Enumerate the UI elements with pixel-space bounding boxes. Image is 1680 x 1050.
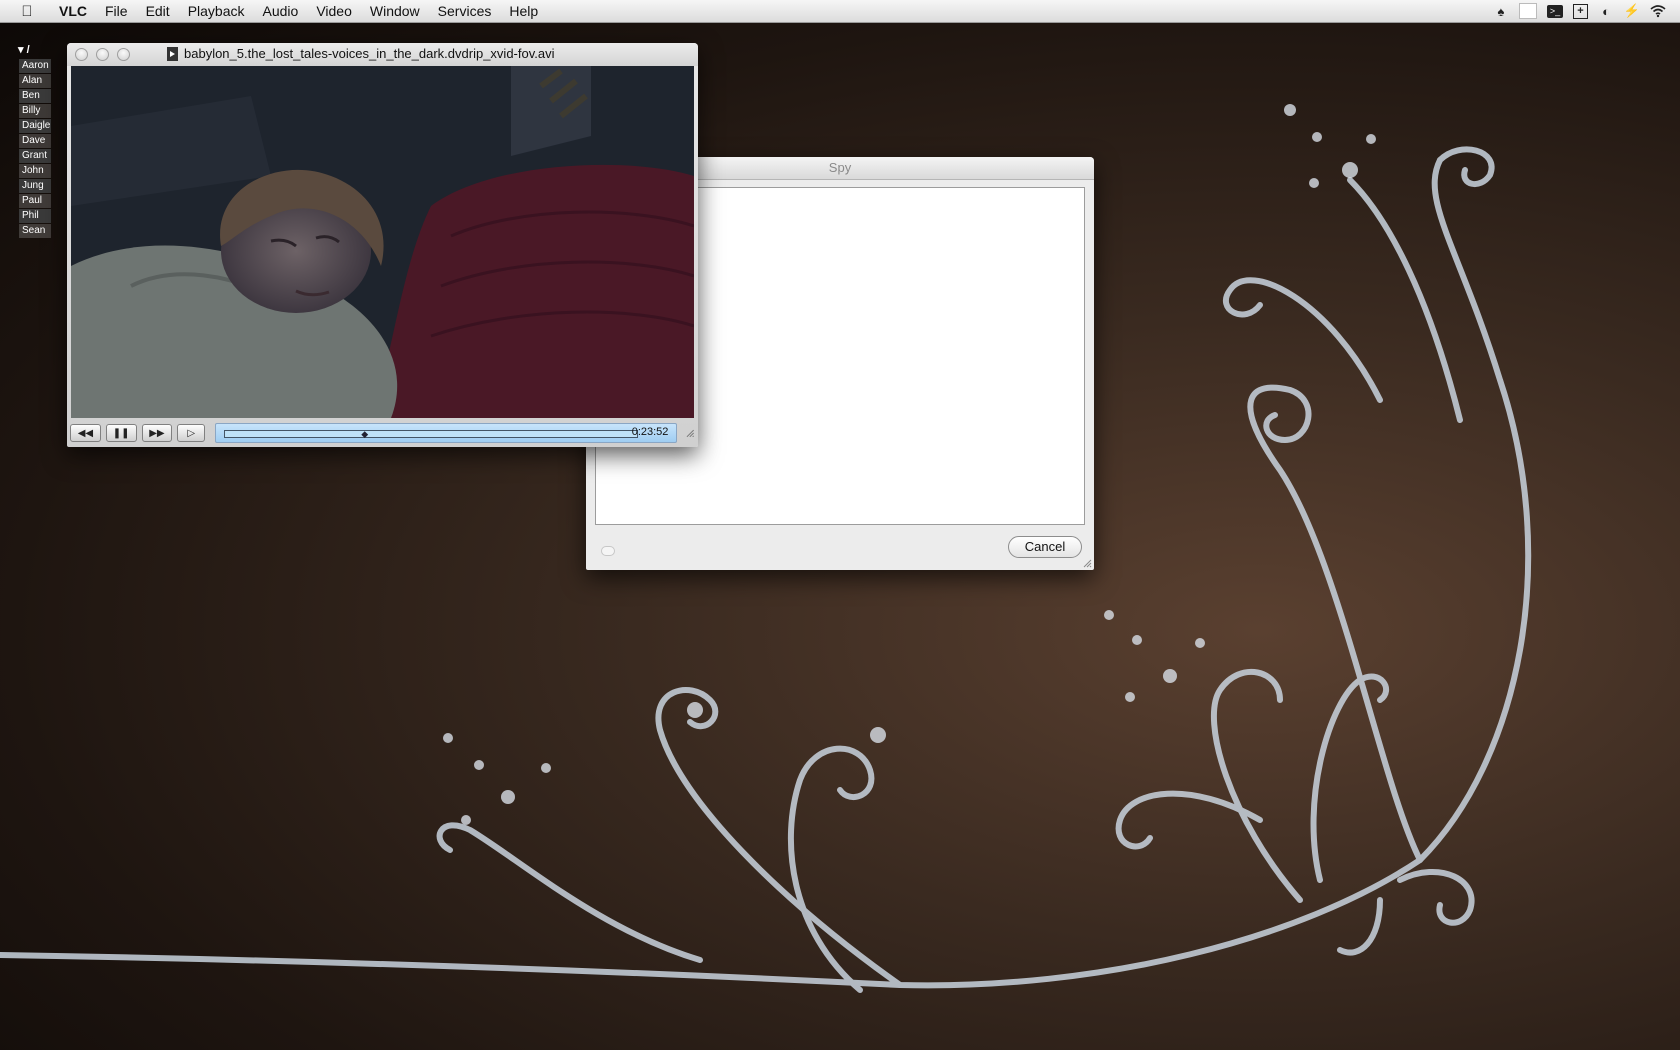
palette-icon[interactable]: ◐: [1598, 3, 1614, 19]
menu-audio[interactable]: Audio: [254, 0, 308, 22]
root-label: /: [26, 44, 30, 56]
apple-icon[interactable]: : [16, 3, 38, 20]
cancel-button[interactable]: Cancel: [1008, 536, 1082, 558]
growl-icon[interactable]: ♠: [1493, 3, 1509, 19]
pause-icon: ❚❚: [112, 427, 130, 439]
add-icon[interactable]: +: [1573, 3, 1588, 19]
fullscreen-icon: ▷: [187, 427, 196, 439]
user-item-phil[interactable]: Phil: [19, 209, 51, 223]
user-item-sean[interactable]: Sean: [19, 224, 51, 238]
window-controls: [75, 48, 130, 61]
menu-file[interactable]: File: [96, 0, 137, 22]
vlc-player-window: babylon_5.the_lost_tales-voices_in_the_d…: [67, 43, 698, 447]
menu-help[interactable]: Help: [500, 0, 547, 22]
video-frame[interactable]: [71, 66, 694, 418]
bolt-icon[interactable]: ⚡: [1624, 3, 1640, 19]
minimize-icon[interactable]: [96, 48, 109, 61]
timeline-knob[interactable]: ◆: [361, 429, 368, 439]
user-item-john[interactable]: John: [19, 164, 51, 178]
playback-controls: ◀◀ ❚❚ ▶▶ ▷ ◆ 0:23:52: [70, 422, 695, 444]
spy-progress-indicator: [601, 546, 615, 556]
menu-window[interactable]: Window: [361, 0, 429, 22]
status-menu-area: ♠ >_ + ◐ ⚡: [1493, 3, 1680, 19]
video-file-icon: [167, 46, 178, 61]
menu-edit[interactable]: Edit: [137, 0, 179, 22]
vlc-title-text: babylon_5.the_lost_tales-voices_in_the_d…: [184, 46, 555, 61]
pause-button[interactable]: ❚❚: [105, 424, 137, 442]
user-item-alan[interactable]: Alan: [19, 74, 51, 88]
user-item-ben[interactable]: Ben: [19, 89, 51, 103]
resize-grip-icon[interactable]: [1082, 558, 1092, 568]
user-item-paul[interactable]: Paul: [19, 194, 51, 208]
fast-forward-button[interactable]: ▶▶: [141, 424, 173, 442]
user-item-daigle[interactable]: Daigle: [19, 119, 51, 133]
video-still-image: [71, 66, 694, 418]
close-icon[interactable]: [75, 48, 88, 61]
vlc-titlebar[interactable]: babylon_5.the_lost_tales-voices_in_the_d…: [67, 43, 698, 66]
vlc-title: babylon_5.the_lost_tales-voices_in_the_d…: [167, 46, 554, 61]
rewind-button[interactable]: ◀◀: [70, 424, 101, 442]
user-item-dave[interactable]: Dave: [19, 134, 51, 148]
timeline-slider[interactable]: ◆: [224, 429, 639, 439]
timeline: ◆ 0:23:52: [215, 423, 678, 443]
fullscreen-button[interactable]: ▷: [177, 424, 206, 442]
menu-services[interactable]: Services: [429, 0, 501, 22]
menu-app-vlc[interactable]: VLC: [50, 0, 96, 22]
menu-bar:  VLC File Edit Playback Audio Video Win…: [0, 0, 1680, 23]
user-item-billy[interactable]: Billy: [19, 104, 51, 118]
user-list: ▾ / Aaron Alan Ben Billy Daigle Dave Gra…: [18, 43, 52, 240]
user-list-items: Aaron Alan Ben Billy Daigle Dave Grant J…: [18, 58, 52, 240]
menu-video[interactable]: Video: [307, 0, 361, 22]
wifi-icon[interactable]: [1650, 3, 1666, 19]
blank-icon[interactable]: [1519, 3, 1537, 19]
zoom-icon[interactable]: [117, 48, 130, 61]
user-list-root[interactable]: ▾ /: [18, 43, 52, 56]
user-item-jung[interactable]: Jung: [19, 179, 51, 193]
resize-grip-icon[interactable]: [685, 428, 695, 438]
user-item-grant[interactable]: Grant: [19, 149, 51, 163]
user-item-aaron[interactable]: Aaron: [19, 59, 51, 73]
terminal-icon[interactable]: >_: [1547, 4, 1563, 18]
menu-playback[interactable]: Playback: [179, 0, 254, 22]
elapsed-time: 0:23:52: [631, 426, 669, 438]
rewind-icon: ◀◀: [77, 427, 94, 439]
fast-forward-icon: ▶▶: [149, 427, 165, 439]
